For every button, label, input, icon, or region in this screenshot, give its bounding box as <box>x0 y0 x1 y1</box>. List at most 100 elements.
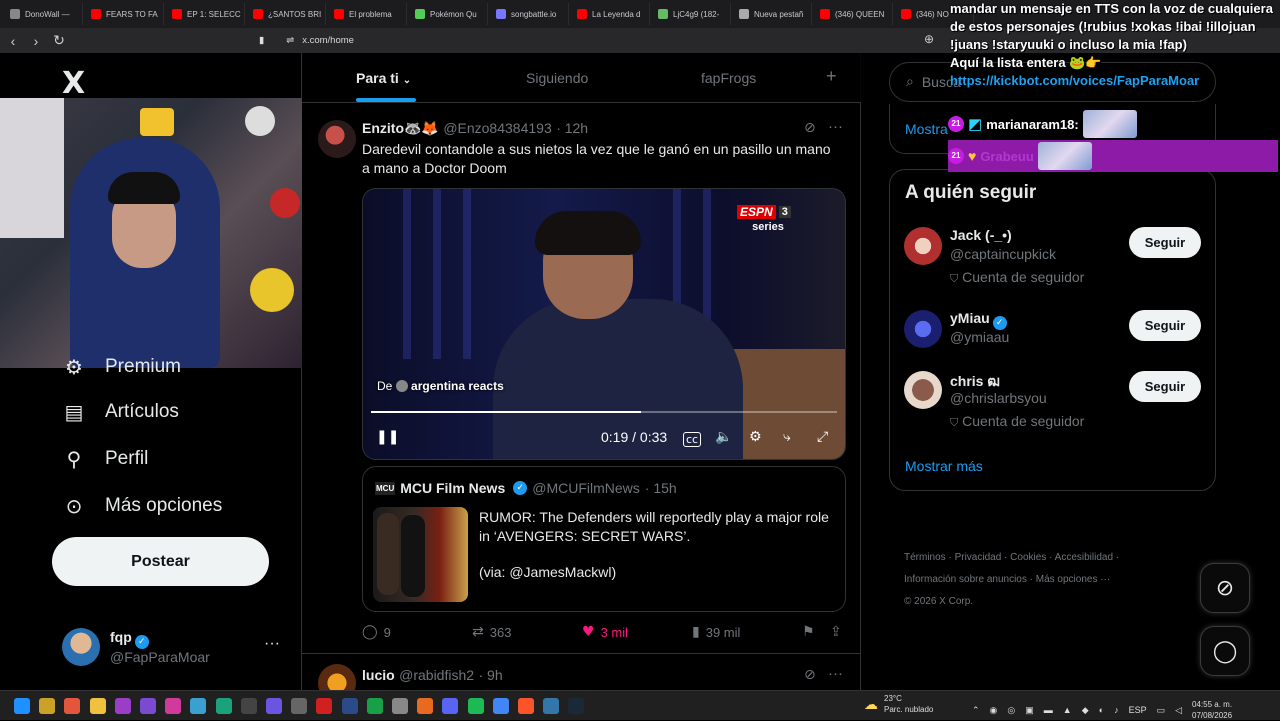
show-more-link[interactable]: Mostrar más <box>905 458 983 474</box>
footer-link-terms[interactable]: Términos <box>904 552 946 563</box>
browser-tab[interactable]: Nueva pestañ <box>733 3 812 25</box>
taskbar-app-icon[interactable] <box>543 698 560 714</box>
tray-app-icon[interactable]: ◎ <box>1007 705 1015 716</box>
tweet-time[interactable]: · 12h <box>556 120 588 136</box>
tray-app-icon[interactable]: ▲ <box>1063 705 1072 715</box>
tweet-author-name[interactable]: lucio <box>362 667 395 683</box>
weather-widget[interactable]: ☁ 23°C Parc. nublado <box>864 693 933 715</box>
tray-app-icon[interactable]: ▬ <box>1044 705 1053 715</box>
show-more-trends-link[interactable]: Mostra <box>905 121 948 137</box>
bookmark-icon[interactable]: ▮ <box>259 35 264 46</box>
taskbar-app-icon[interactable] <box>215 698 232 714</box>
taskbar-app-icon[interactable] <box>140 698 156 714</box>
network-icon[interactable]: ▭ <box>1157 705 1166 716</box>
forward-icon[interactable]: › <box>26 31 46 51</box>
reload-icon[interactable]: ↻ <box>49 31 69 51</box>
captions-icon[interactable]: cc <box>683 432 702 447</box>
follow-button[interactable]: Seguir <box>1129 227 1201 258</box>
follow-suggestion[interactable]: chris ฒ @chrislarbsyou ⛉ Cuenta de segui… <box>904 371 1204 431</box>
browser-tab[interactable]: El problema <box>328 3 407 25</box>
browser-tab[interactable]: Pokémon Qu <box>409 3 488 25</box>
tweet-author-handle[interactable]: @rabidfish2 <box>399 667 474 683</box>
grok-fab-button[interactable]: ⊘ <box>1200 563 1250 613</box>
taskbar-app-icon[interactable] <box>467 698 484 714</box>
taskbar-app-icon[interactable] <box>165 698 182 714</box>
clock[interactable]: 04:55 a. m. 07/08/2026 <box>1192 699 1232 721</box>
nav-premium[interactable]: ⚙ Premium <box>62 355 181 379</box>
follow-button[interactable]: Seguir <box>1129 310 1201 341</box>
grok-icon[interactable]: ⊘ <box>804 667 816 683</box>
follow-suggestion[interactable]: Jack (-_•) @captaincupkick ⛉ Cuenta de s… <box>904 227 1204 287</box>
add-tab-button[interactable]: + <box>826 66 837 87</box>
browser-tab[interactable]: ¿SANTOS BRI <box>247 3 326 25</box>
browser-tab[interactable]: La Leyenda d <box>571 3 650 25</box>
taskbar-app-icon[interactable] <box>492 698 509 714</box>
tweet-more-icon[interactable]: ··· <box>828 665 843 682</box>
x-logo-icon[interactable]: X <box>62 66 85 101</box>
account-switcher[interactable]: fqp ✓ @FapParaMoar ··· <box>62 627 292 667</box>
browser-tab[interactable]: (346) QUEEN <box>814 3 893 25</box>
footer-link-privacy[interactable]: Privacidad <box>955 552 1002 563</box>
video-progress-bar[interactable] <box>371 411 837 413</box>
taskbar-app-icon[interactable] <box>291 698 308 714</box>
repost-button[interactable]: ⇄ 363 <box>472 624 511 640</box>
browser-tab[interactable]: LjC4g9 (182- <box>652 3 731 25</box>
footer-link-accessibility[interactable]: Accesibilidad <box>1055 552 1113 563</box>
settings-icon[interactable]: ⚙ <box>749 429 762 445</box>
reply-button[interactable]: ◯ 9 <box>362 624 391 640</box>
back-icon[interactable]: ‹ <box>3 31 23 51</box>
browser-tab[interactable]: songbattle.io <box>490 3 569 25</box>
tray-app-icon[interactable]: ◆ <box>1082 705 1089 716</box>
taskbar-app-icon[interactable] <box>266 698 282 714</box>
pause-icon[interactable]: ❚❚ <box>376 429 399 445</box>
footer-link-ads-info[interactable]: Información sobre anuncios <box>904 574 1027 585</box>
views-button[interactable]: ▮ 39 mil <box>692 624 740 640</box>
browser-tab[interactable]: EP 1: SELECC <box>166 3 245 25</box>
taskbar-app-icon[interactable] <box>341 698 358 714</box>
pip-icon[interactable]: ⤷ <box>783 429 791 445</box>
volume-icon[interactable]: 🔈 <box>715 429 732 445</box>
nav-profile[interactable]: ⚲ Perfil <box>62 447 149 471</box>
taskbar-app-icon[interactable] <box>64 698 81 714</box>
tray-app-icon[interactable]: ▣ <box>1025 705 1034 716</box>
taskbar-app-icon[interactable] <box>392 698 408 714</box>
taskbar-app-icon[interactable] <box>316 698 333 714</box>
tray-app-icon[interactable]: ◉ <box>990 705 998 716</box>
taskbar-app-icon[interactable] <box>114 698 131 714</box>
language-indicator[interactable]: ESP <box>1129 705 1147 715</box>
video-source[interactable]: De argentina reacts <box>377 379 504 393</box>
follow-button[interactable]: Seguir <box>1129 371 1201 402</box>
nav-more-options[interactable]: ⊙ Más opciones <box>62 494 223 518</box>
like-button[interactable]: ♥ 3 mil <box>582 624 628 640</box>
taskbar-app-icon[interactable] <box>190 698 207 714</box>
taskbar-app-icon[interactable] <box>417 698 434 714</box>
browser-tab[interactable]: DonoWall — <box>4 3 83 25</box>
tab-for-you[interactable]: Para ti ⌄ <box>356 70 411 86</box>
tweet-more-icon[interactable]: ··· <box>828 118 843 135</box>
taskbar-app-icon[interactable] <box>442 698 459 714</box>
tweet-author-name[interactable]: Enzito🦝🦊 <box>362 120 439 136</box>
browser-tab[interactable]: FEARS TO FA <box>85 3 164 25</box>
fullscreen-icon[interactable]: ⤢ <box>817 429 828 445</box>
tweet-video[interactable]: ESPN 3 series De argentina reacts ❚❚ 0:1… <box>362 188 846 460</box>
account-more-icon[interactable]: ··· <box>264 635 280 653</box>
tab-fapfrogs[interactable]: fapFrogs <box>701 70 756 86</box>
taskbar-app-icon[interactable] <box>39 698 56 714</box>
messages-fab-button[interactable]: ◯ <box>1200 626 1250 676</box>
taskbar-app-icon[interactable] <box>568 698 585 714</box>
grok-icon[interactable]: ⊘ <box>804 120 816 136</box>
tweet-time[interactable]: · 9h <box>479 667 503 683</box>
taskbar-app-icon[interactable] <box>366 698 383 714</box>
url-field[interactable]: ▮ ⇌ x.com/home <box>259 35 354 46</box>
follow-suggestion[interactable]: yMiau ✓ @ymiaau Seguir <box>904 310 1204 370</box>
mic-icon[interactable]: ♪ <box>1114 705 1119 715</box>
footer-link-more[interactable]: Más opciones ··· <box>1036 574 1110 585</box>
post-button[interactable]: Postear <box>52 537 269 586</box>
bookmark-button[interactable]: ⚑ <box>802 624 815 640</box>
tab-following[interactable]: Siguiendo <box>526 70 588 86</box>
zoom-icon[interactable]: ⊕ <box>924 32 934 46</box>
taskbar-app-icon[interactable] <box>89 698 106 714</box>
footer-link-cookies[interactable]: Cookies <box>1010 552 1046 563</box>
avatar[interactable] <box>318 120 356 158</box>
speaker-icon[interactable]: ◁ <box>1175 705 1182 716</box>
